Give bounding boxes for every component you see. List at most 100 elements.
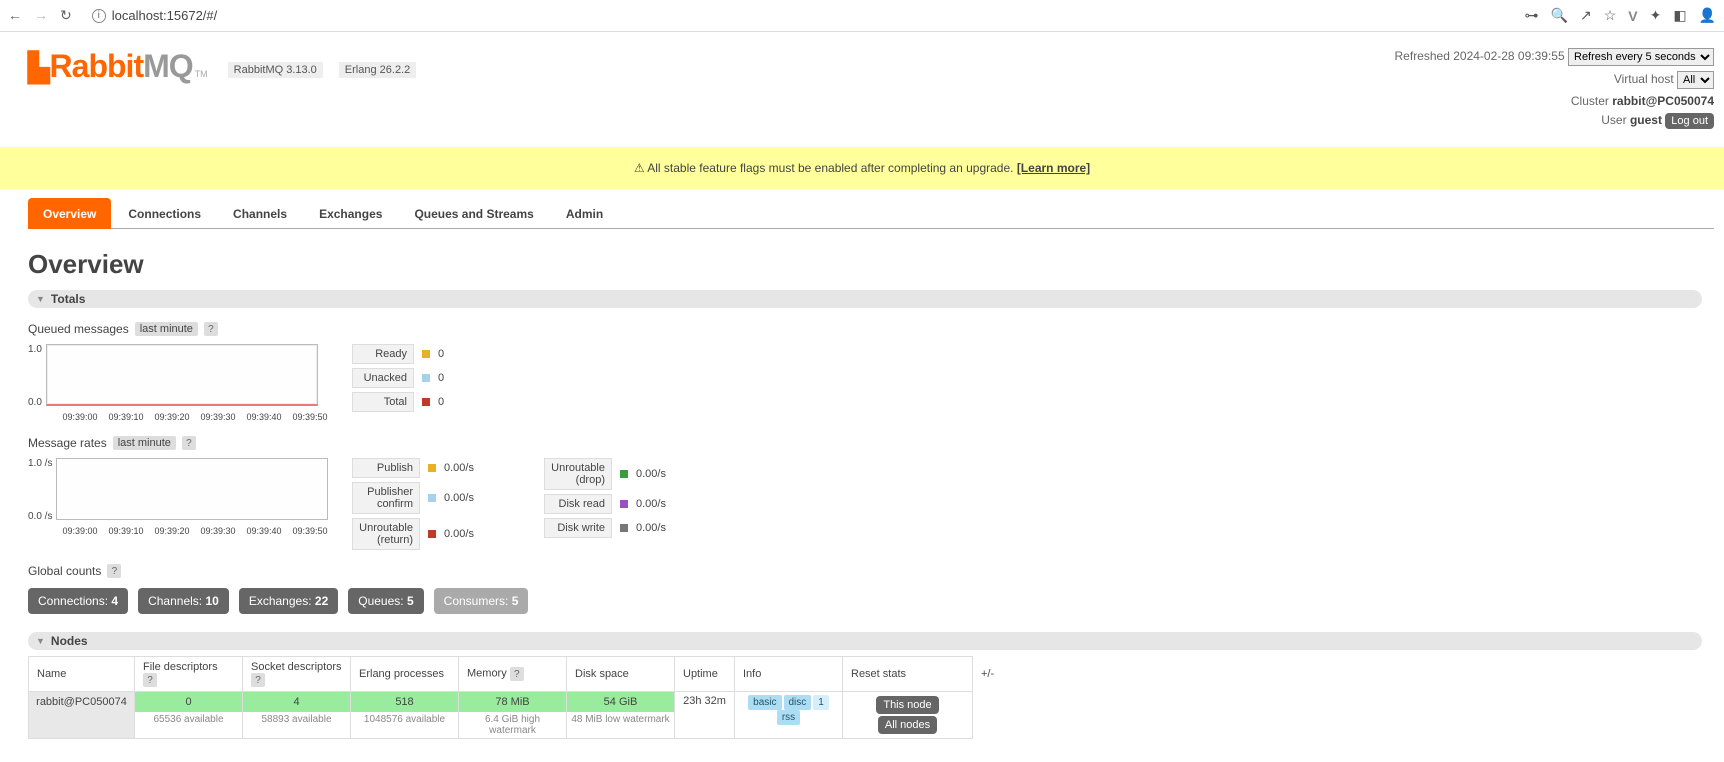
th-info[interactable]: Info (735, 657, 843, 692)
global-counts-label: Global counts ? (28, 564, 1714, 578)
x-tick: 09:39:10 (104, 526, 148, 536)
key-icon[interactable]: ⊶ (1525, 7, 1539, 24)
zoom-icon[interactable]: 🔍 (1551, 7, 1568, 24)
gc-exchanges[interactable]: Exchanges: 22 (239, 588, 338, 614)
logout-button[interactable]: Log out (1665, 113, 1714, 129)
warning-icon: ⚠ (634, 161, 645, 175)
profile-icon[interactable]: 👤 (1699, 7, 1716, 24)
back-icon[interactable]: ← (8, 7, 22, 24)
page-title: Overview (28, 249, 1714, 280)
refreshed-label: Refreshed 2024-02-28 09:39:55 (1395, 49, 1565, 63)
table-row: rabbit@PC050074 065536 available 458893 … (29, 692, 1003, 739)
tab-connections[interactable]: Connections (113, 198, 216, 229)
info-one[interactable]: 1 (813, 695, 829, 710)
cluster-name: rabbit@PC050074 (1612, 94, 1714, 108)
swatch-icon (620, 500, 628, 508)
swatch-icon (422, 374, 430, 382)
legend-publish: Publish 0.00/s (352, 458, 484, 478)
legend-label: Disk read (544, 494, 612, 514)
info-rss[interactable]: rss (777, 710, 800, 725)
tab-admin[interactable]: Admin (551, 198, 618, 229)
info-basic[interactable]: basic (748, 695, 781, 710)
url-bar[interactable]: i localhost:15672/#/ (82, 8, 1515, 23)
share-icon[interactable]: ↗ (1580, 7, 1592, 24)
queued-chart-row: 1.0 0.0 09:39:00 09:39:10 09:39:20 09:39… (28, 344, 1714, 422)
legend-value: 0.00/s (636, 522, 676, 534)
help-icon[interactable]: ? (510, 667, 524, 681)
help-icon[interactable]: ? (251, 673, 265, 687)
queued-legend: Ready 0 Unacked 0 Total 0 (352, 344, 478, 412)
legend-label: Total (352, 392, 414, 412)
reset-this-button[interactable]: This node (876, 696, 938, 714)
tab-queues[interactable]: Queues and Streams (399, 198, 548, 229)
legend-disk-write: Disk write 0.00/s (544, 518, 676, 538)
queued-chart: 1.0 0.0 (28, 344, 332, 408)
help-icon[interactable]: ? (182, 436, 196, 450)
th-ep[interactable]: Erlang processes (351, 657, 459, 692)
th-plusminus[interactable]: +/- (973, 657, 1003, 692)
version-badges: RabbitMQ 3.13.0 Erlang 26.2.2 (228, 62, 417, 78)
puzzle-icon[interactable]: ✦ (1650, 7, 1662, 24)
warning-text: All stable feature flags must be enabled… (645, 161, 1017, 175)
logo[interactable]: ▙ RabbitMQ TM (28, 48, 208, 85)
legend-label: Publish (352, 458, 420, 478)
help-icon[interactable]: ? (107, 564, 121, 578)
reload-icon[interactable]: ↻ (60, 7, 72, 24)
th-fd[interactable]: File descriptors ? (135, 657, 243, 692)
x-tick: 09:39:30 (196, 412, 240, 422)
v-icon[interactable]: V (1628, 8, 1637, 24)
node-name-cell[interactable]: rabbit@PC050074 (29, 692, 135, 739)
info-disc[interactable]: disc (784, 695, 812, 710)
tab-channels[interactable]: Channels (218, 198, 302, 229)
swatch-icon (428, 464, 436, 472)
warning-banner: ⚠ All stable feature flags must be enabl… (0, 147, 1724, 189)
tab-exchanges[interactable]: Exchanges (304, 198, 397, 229)
tab-overview[interactable]: Overview (28, 198, 111, 229)
totals-header[interactable]: ▼ Totals (28, 290, 1702, 308)
gc-consumers[interactable]: Consumers: 5 (434, 588, 529, 614)
queued-xaxis: 09:39:00 09:39:10 09:39:20 09:39:30 09:3… (28, 412, 332, 422)
browser-right-icons: ⊶ 🔍 ↗ ☆ V ✦ ◧ 👤 (1525, 7, 1716, 24)
gc-channels[interactable]: Channels: 10 (138, 588, 229, 614)
th-disk[interactable]: Disk space (567, 657, 675, 692)
nodes-table: Name File descriptors ? Socket descripto… (28, 656, 1003, 739)
queued-period[interactable]: last minute (135, 322, 198, 336)
gc-connections[interactable]: Connections: 4 (28, 588, 128, 614)
th-reset[interactable]: Reset stats (843, 657, 973, 692)
queued-yaxis: 1.0 0.0 (28, 344, 46, 408)
disk-val: 54 GiB (567, 692, 674, 712)
fd-val: 0 (135, 692, 242, 712)
y-bot: 0.0 /s (28, 511, 52, 522)
rates-period[interactable]: last minute (113, 436, 176, 450)
legend-label: Ready (352, 344, 414, 364)
rabbitmq-version: RabbitMQ 3.13.0 (228, 62, 323, 78)
reset-all-button[interactable]: All nodes (878, 716, 937, 734)
legend-label: Publisher confirm (352, 482, 420, 514)
help-icon[interactable]: ? (143, 673, 157, 687)
th-uptime[interactable]: Uptime (675, 657, 735, 692)
ep-val: 518 (351, 692, 458, 712)
legend-unroutable-return: Unroutable (return) 0.00/s (352, 518, 484, 550)
browser-nav: ← → ↻ (8, 7, 72, 24)
star-icon[interactable]: ☆ (1604, 7, 1617, 24)
nodes-header[interactable]: ▼ Nodes (28, 632, 1702, 650)
learn-more-link[interactable]: [Learn more] (1017, 161, 1090, 175)
url-text: localhost:15672/#/ (112, 8, 218, 23)
legend-label: Unacked (352, 368, 414, 388)
swatch-icon (620, 470, 628, 478)
panel-icon[interactable]: ◧ (1673, 7, 1686, 24)
rates-yaxis: 1.0 /s 0.0 /s (28, 458, 56, 522)
uptime-cell: 23h 32m (675, 692, 735, 739)
rates-chart: 1.0 /s 0.0 /s (28, 458, 332, 522)
th-name[interactable]: Name (29, 657, 135, 692)
rates-canvas (56, 458, 328, 520)
th-sd[interactable]: Socket descriptors ? (243, 657, 351, 692)
th-mem[interactable]: Memory ? (459, 657, 567, 692)
gc-queues[interactable]: Queues: 5 (348, 588, 423, 614)
forward-icon[interactable]: → (34, 7, 48, 24)
vhost-select[interactable]: All (1677, 71, 1714, 89)
info-icon[interactable]: i (92, 9, 106, 23)
help-icon[interactable]: ? (204, 322, 218, 336)
x-tick: 09:39:40 (242, 526, 286, 536)
refresh-interval-select[interactable]: Refresh every 5 seconds (1568, 48, 1714, 66)
